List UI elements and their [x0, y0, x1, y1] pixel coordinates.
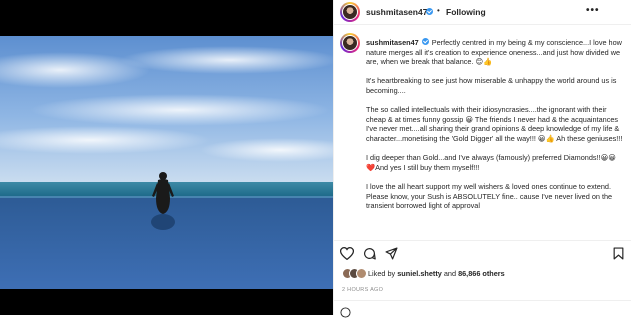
likes-text: Liked by suniel.shetty and 86,866 others: [368, 269, 505, 278]
action-bar: [334, 240, 631, 263]
post-timestamp[interactable]: 2 HOURS AGO: [342, 287, 383, 293]
separator-dot: •: [437, 6, 440, 15]
heart-icon[interactable]: [340, 247, 354, 260]
post-header: sushmitasen47 • Following •••: [334, 0, 631, 25]
post-caption: sushmitasen47 Perfectly centred in my bei…: [366, 38, 624, 236]
caption-verified-badge-icon: [421, 38, 429, 45]
following-button[interactable]: Following: [446, 7, 486, 17]
liker-avatar[interactable]: [356, 268, 367, 279]
author-username[interactable]: sushmitasen47: [366, 7, 427, 17]
caption-username[interactable]: sushmitasen47: [366, 38, 419, 47]
likes-count-link[interactable]: 86,866 others: [458, 269, 505, 278]
likes-summary: Liked by suniel.shetty and 86,866 others: [342, 268, 622, 280]
caption-paragraph-5: I love the all heart support my well wis…: [366, 181, 613, 211]
likes-prefix: Liked by: [368, 269, 398, 278]
likes-connector: and: [441, 269, 459, 278]
caption-paragraph-3: The so called intellectuals with their i…: [366, 105, 623, 143]
verified-badge-icon: [426, 8, 433, 15]
share-icon[interactable]: [385, 247, 398, 260]
emoji-icon[interactable]: [340, 307, 351, 318]
caption-paragraph-4: I dig deeper than Gold...and I've always…: [366, 153, 616, 172]
caption-paragraph-2: It's heartbreaking to see just how miser…: [366, 76, 617, 95]
author-avatar[interactable]: [340, 2, 360, 22]
bookmark-icon[interactable]: [613, 247, 624, 260]
post-photo: [0, 36, 333, 289]
comment-icon[interactable]: [363, 247, 376, 260]
more-options-button[interactable]: •••: [586, 5, 600, 16]
liked-by-user-link[interactable]: suniel.shetty: [397, 269, 442, 278]
post-details-panel: sushmitasen47 • Following ••• sushmitase…: [333, 0, 631, 318]
post-media[interactable]: [0, 0, 333, 315]
add-comment-bar: [334, 300, 631, 318]
caption-author-avatar[interactable]: [340, 33, 360, 53]
